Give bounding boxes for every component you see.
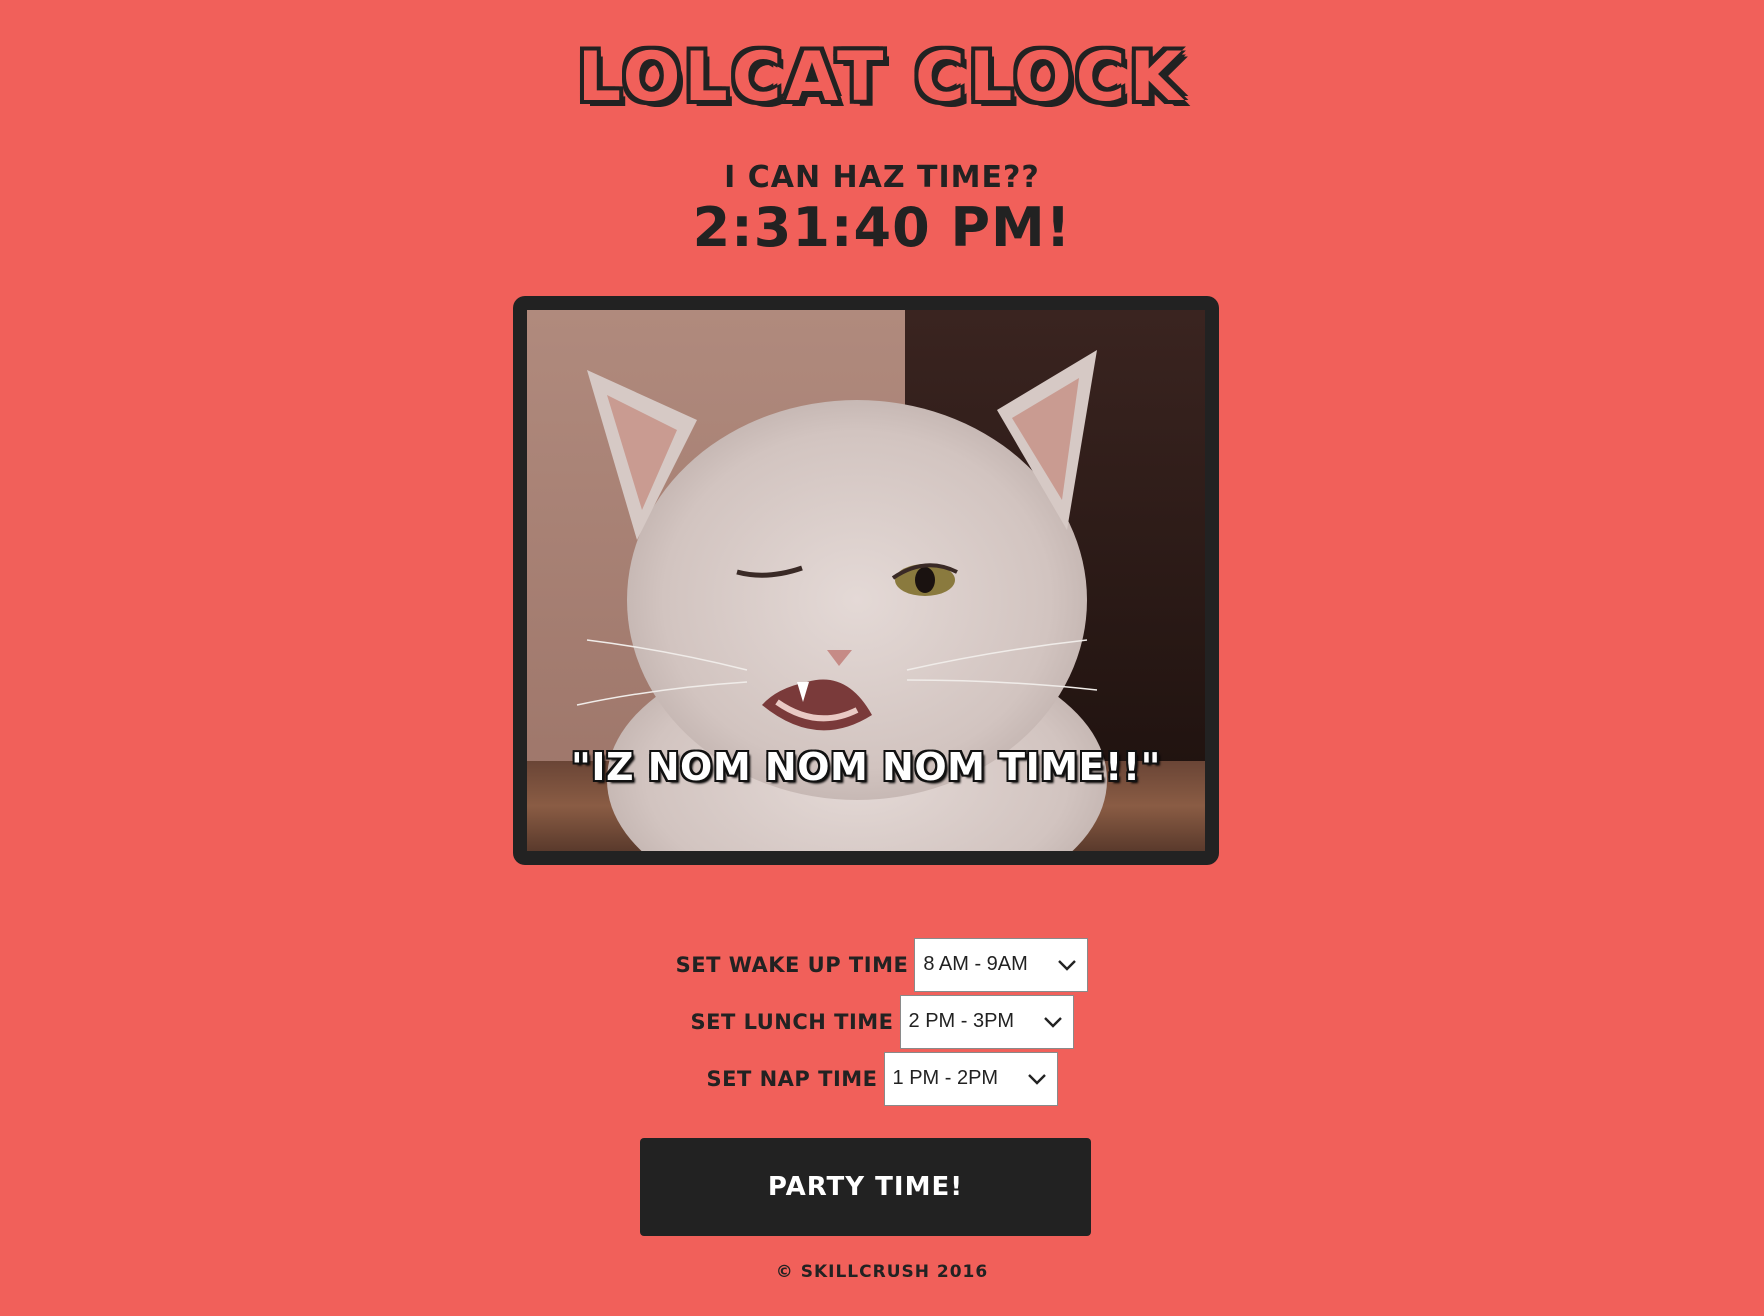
clock-display: 2:31:40 PM!	[692, 196, 1072, 259]
nap-time-value: 1 PM - 2PM	[892, 1067, 999, 1089]
nap-time-select[interactable]: 1 PM - 2PM	[883, 1051, 1058, 1106]
party-time-button[interactable]: Party Time!	[640, 1138, 1091, 1236]
lolcat-image-frame: "IZ NOM NOM NOM TIME!!"	[513, 296, 1219, 865]
lolcat-image: "IZ NOM NOM NOM TIME!!"	[527, 310, 1205, 851]
image-caption: "IZ NOM NOM NOM TIME!!"	[571, 745, 1161, 789]
wake-up-time-select[interactable]: 8 AM - 9AM	[914, 937, 1089, 992]
wake-up-time-label: Set Wake Up Time	[675, 952, 909, 977]
time-settings: Set Wake Up Time 8 AM - 9AM Set Lunch Ti…	[0, 936, 1764, 1107]
chevron-down-icon	[1027, 1073, 1046, 1085]
lunch-time-select[interactable]: 2 PM - 3PM	[899, 994, 1074, 1049]
wake-up-time-row: Set Wake Up Time 8 AM - 9AM	[0, 936, 1764, 993]
lunch-time-row: Set Lunch Time 2 PM - 3PM	[0, 993, 1764, 1050]
footer-copyright: © Skillcrush 2016	[775, 1262, 989, 1282]
lunch-time-label: Set Lunch Time	[690, 1009, 894, 1034]
chevron-down-icon	[1058, 959, 1077, 971]
lolcat-clock-page: Lolcat Clock I can haz time?? 2:31:40 PM…	[0, 0, 1764, 1316]
wake-up-time-value: 8 AM - 9AM	[923, 953, 1028, 975]
nap-time-label: Set Nap Time	[706, 1066, 878, 1091]
page-title: Lolcat Clock	[577, 38, 1187, 117]
lunch-time-value: 2 PM - 3PM	[908, 1010, 1015, 1032]
page-subtitle: I can haz time??	[724, 160, 1040, 195]
nap-time-row: Set Nap Time 1 PM - 2PM	[0, 1050, 1764, 1107]
chevron-down-icon	[1043, 1016, 1062, 1028]
